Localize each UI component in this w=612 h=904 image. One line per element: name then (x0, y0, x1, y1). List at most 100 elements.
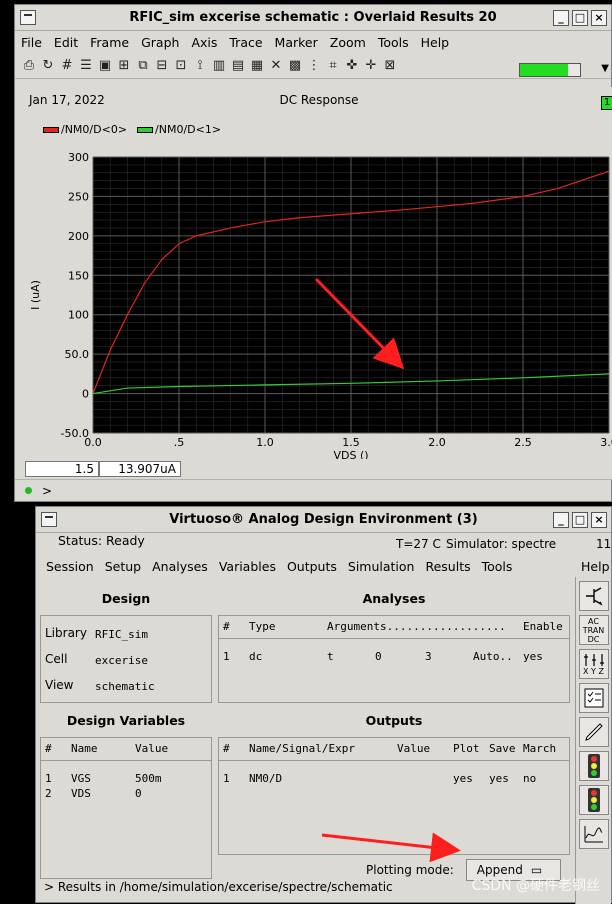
y-tick-label: 300 (68, 151, 89, 164)
analyses-panel[interactable]: # Type Arguments.................. Enabl… (218, 615, 570, 703)
copy-subwindow-icon[interactable]: ⧉ (135, 58, 151, 74)
analyses-col-args: Arguments.................. (327, 620, 506, 633)
progress-bar (519, 63, 581, 77)
maximize-icon[interactable]: □ (572, 512, 588, 528)
vertical-marker-icon[interactable]: ⋮ (306, 58, 322, 74)
menu-zoom[interactable]: Zoom (330, 35, 366, 50)
hatch-icon[interactable]: ▦ (249, 58, 265, 74)
waveform-titlebar[interactable]: RFIC_sim excerise schematic : Overlaid R… (15, 5, 611, 31)
minimize-icon[interactable]: _ (553, 512, 569, 528)
add-subwindow-icon[interactable]: ⊞ (116, 58, 132, 74)
menu-trace[interactable]: Trace (229, 35, 262, 50)
overlay-icon[interactable]: ⊡ (173, 58, 189, 74)
pencil-icon[interactable] (578, 717, 609, 747)
analysis-row-arg4[interactable]: Auto.. (473, 650, 513, 663)
analyses-col-enable: Enable (523, 620, 563, 633)
delete-subwindow-icon[interactable]: ⊟ (154, 58, 170, 74)
zoom-in-icon[interactable]: ✜ (344, 58, 360, 74)
menu-setup[interactable]: Setup (105, 559, 141, 574)
cursor-y-readout: 13.907uA (99, 461, 181, 477)
var-row-2-name[interactable]: VDS (71, 787, 91, 800)
menu-frame[interactable]: Frame (90, 35, 129, 50)
fit-icon[interactable]: ⌗ (325, 58, 341, 74)
menu-analyses[interactable]: Analyses (152, 559, 208, 574)
pan-icon[interactable]: ✛ (363, 58, 379, 74)
analysis-row-arg1[interactable]: t (327, 650, 334, 663)
subwindow-icon[interactable]: ▣ (97, 58, 113, 74)
var-row-1-num[interactable]: 1 (45, 772, 52, 785)
cell-value: excerise (95, 654, 148, 667)
menu-file[interactable]: File (21, 35, 42, 50)
zoom-box-icon[interactable]: ⊠ (382, 58, 398, 74)
menu-simulation[interactable]: Simulation (348, 559, 415, 574)
stop-traffic-light-icon[interactable] (578, 785, 609, 815)
analysis-choice-icon[interactable]: AC TRAN DC (578, 615, 609, 645)
ade-titlebar[interactable]: Virtuoso® Analog Design Environment (3) … (36, 507, 611, 533)
var-row-2-num[interactable]: 2 (45, 787, 52, 800)
stack-icon[interactable]: ▤ (230, 58, 246, 74)
window-menu-icon[interactable] (20, 10, 36, 25)
analysis-row-num[interactable]: 1 (223, 650, 230, 663)
x-tick-label: 1.0 (256, 436, 274, 449)
menu-marker[interactable]: Marker (275, 35, 318, 50)
graph-area: DC Response Jan 17, 2022 1 /NM0/D<0> /NM… (25, 87, 612, 479)
outputs-col-num: # (223, 742, 230, 755)
cell-label: Cell (45, 652, 68, 666)
menu-help[interactable]: Help (581, 559, 610, 574)
analyses-header: Analyses (362, 591, 426, 606)
marker-icon[interactable]: ⟟ (192, 58, 208, 74)
xyz-label: X Y Z (583, 666, 604, 676)
ade-status: Status: Ready (58, 533, 145, 548)
dc-response-chart[interactable]: 0.0.51.01.52.02.53.0-50.0050.01001502002… (25, 87, 612, 459)
outputs-panel[interactable]: # Name/Signal/Expr Value Plot Save March… (218, 737, 570, 855)
cross-icon[interactable]: ✕ (268, 58, 284, 74)
y-axis-label: I (uA) (29, 280, 42, 310)
results-path: > Results in /home/simulation/excerise/s… (44, 880, 393, 894)
x-tick-label: .5 (174, 436, 185, 449)
design-header: Design (101, 591, 151, 606)
plot-outputs-icon[interactable] (578, 819, 609, 849)
grid-icon[interactable]: # (59, 58, 75, 74)
var-row-1-value[interactable]: 500m (135, 772, 162, 785)
strip-icon[interactable]: ☰ (78, 58, 94, 74)
menu-graph[interactable]: Graph (141, 35, 179, 50)
minimize-icon[interactable]: _ (553, 10, 569, 26)
analysis-row-type[interactable]: dc (249, 650, 262, 663)
var-row-2-value[interactable]: 0 (135, 787, 142, 800)
bars-icon[interactable]: ▥ (211, 58, 227, 74)
menu-edit[interactable]: Edit (54, 35, 78, 50)
output-row-march[interactable]: no (523, 772, 536, 785)
window-menu-icon[interactable] (41, 512, 57, 527)
checklist-icon[interactable] (578, 683, 609, 713)
var-row-1-name[interactable]: VGS (71, 772, 91, 785)
menu-tools[interactable]: Tools (378, 35, 409, 50)
close-icon[interactable]: × (591, 512, 607, 528)
design-variables-panel[interactable]: # Name Value 1 VGS 500m 2 VDS 0 (40, 737, 212, 879)
menu-tools[interactable]: Tools (482, 559, 513, 574)
close-icon[interactable]: × (591, 10, 607, 26)
chevron-down-icon[interactable]: ▼ (601, 63, 609, 74)
analysis-row-arg2[interactable]: 0 (375, 650, 382, 663)
run-traffic-light-icon[interactable] (578, 751, 609, 781)
menu-axis[interactable]: Axis (191, 35, 217, 50)
redraw-icon[interactable]: ↻ (40, 58, 56, 74)
menu-session[interactable]: Session (46, 559, 94, 574)
maximize-icon[interactable]: □ (572, 10, 588, 26)
menu-outputs[interactable]: Outputs (287, 559, 337, 574)
calculator-icon[interactable]: ▩ (287, 58, 303, 74)
analysis-row-enable[interactable]: yes (523, 650, 543, 663)
setup-outputs-icon[interactable]: X Y Z (578, 649, 609, 679)
output-row-name[interactable]: NM0/D (249, 772, 282, 785)
output-row-plot[interactable]: yes (453, 772, 473, 785)
menu-results[interactable]: Results (425, 559, 470, 574)
ade-menubar: Session Setup Analyses Variables Outputs… (46, 559, 606, 574)
menu-variables[interactable]: Variables (219, 559, 276, 574)
analysis-row-arg3[interactable]: 3 (425, 650, 432, 663)
print-icon[interactable]: ⎙ (21, 58, 37, 74)
output-row-save[interactable]: yes (489, 772, 509, 785)
menu-help[interactable]: Help (421, 35, 450, 50)
transistor-icon[interactable] (578, 581, 609, 611)
command-line[interactable]: > (15, 479, 612, 501)
output-row-num[interactable]: 1 (223, 772, 230, 785)
outputs-col-march: March (523, 742, 557, 755)
